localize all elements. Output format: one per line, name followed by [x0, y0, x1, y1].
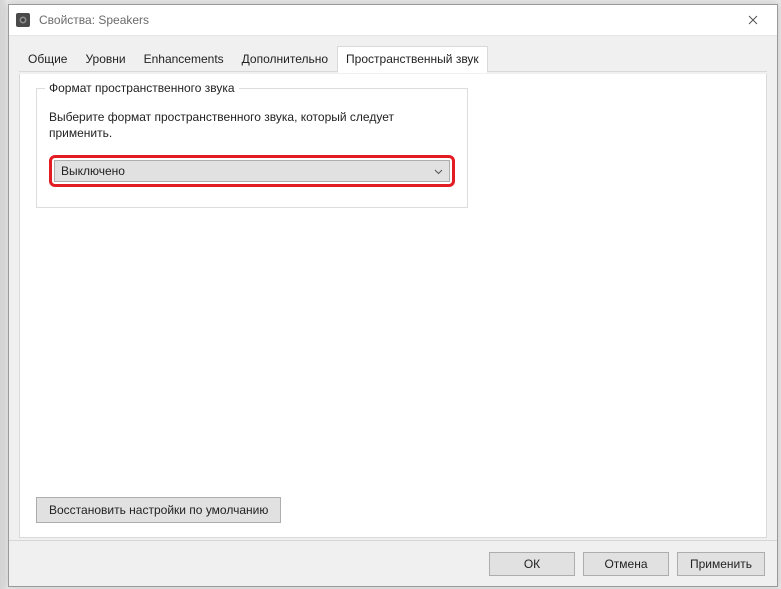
chevron-down-icon	[434, 164, 443, 178]
tab-page-spatial: Формат пространственного звука Выберите …	[19, 74, 767, 538]
tab-advanced[interactable]: Дополнительно	[233, 47, 337, 73]
properties-window: Свойства: Speakers Общие Уровни Enhancem…	[8, 4, 778, 587]
speaker-icon	[15, 12, 31, 28]
close-button[interactable]	[733, 6, 773, 34]
cancel-button[interactable]: Отмена	[583, 552, 669, 576]
group-legend: Формат пространственного звука	[45, 81, 239, 95]
highlight-frame: Выключено	[49, 155, 455, 187]
window-title: Свойства: Speakers	[39, 13, 733, 27]
group-description: Выберите формат пространственного звука,…	[49, 109, 455, 141]
titlebar: Свойства: Speakers	[9, 5, 777, 35]
tab-levels[interactable]: Уровни	[76, 47, 134, 73]
tab-strip: Общие Уровни Enhancements Дополнительно …	[9, 36, 777, 72]
client-area: Общие Уровни Enhancements Дополнительно …	[9, 35, 777, 586]
tab-spatial-sound[interactable]: Пространственный звук	[337, 46, 488, 72]
spatial-format-dropdown[interactable]: Выключено	[54, 160, 450, 182]
restore-defaults-button[interactable]: Восстановить настройки по умолчанию	[36, 497, 281, 523]
dropdown-value: Выключено	[61, 164, 125, 178]
apply-button[interactable]: Применить	[677, 552, 765, 576]
ok-button[interactable]: ОК	[489, 552, 575, 576]
dialog-footer: ОК Отмена Применить	[9, 540, 777, 586]
tab-general[interactable]: Общие	[19, 47, 76, 73]
tab-enhancements[interactable]: Enhancements	[135, 47, 233, 73]
spatial-format-group: Формат пространственного звука Выберите …	[36, 88, 468, 208]
